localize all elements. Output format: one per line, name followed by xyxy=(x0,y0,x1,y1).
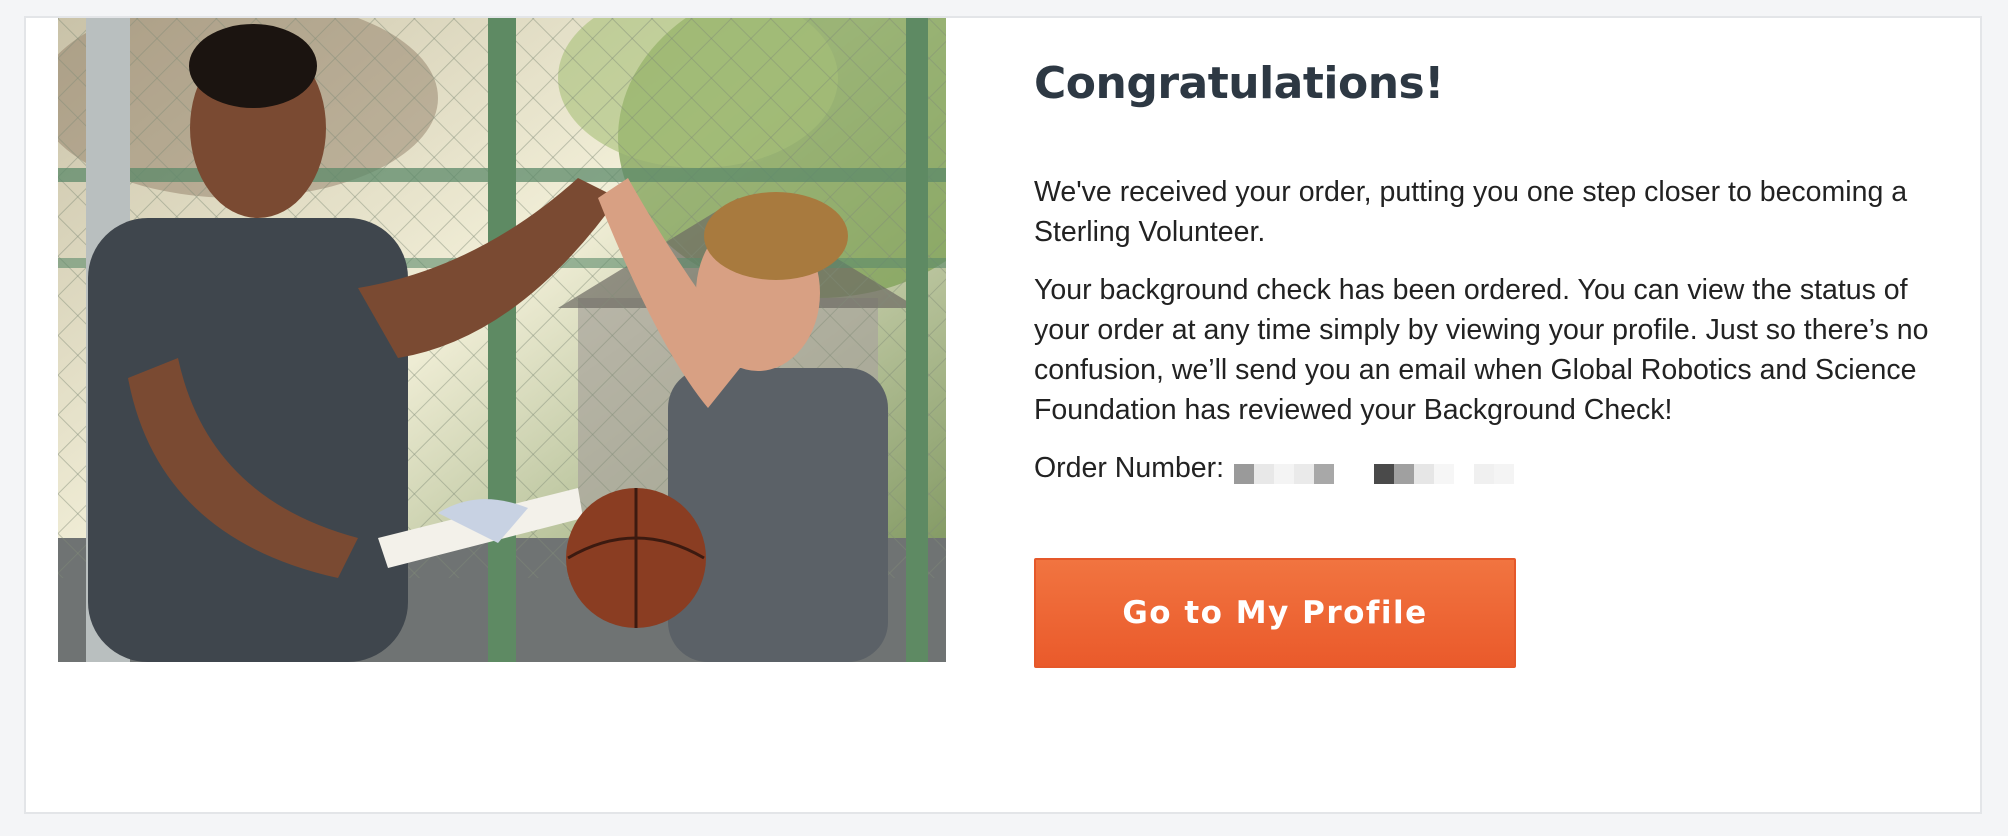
volunteer-high-five-photo xyxy=(58,18,946,662)
go-to-profile-button[interactable]: Go to My Profile xyxy=(1034,558,1516,668)
order-received-text: We've received your order, putting you o… xyxy=(1034,176,1908,248)
hero-photo xyxy=(58,18,946,662)
background-check-text: Your background check has been ordered. … xyxy=(1034,274,1929,426)
order-number-row: Order Number: xyxy=(1034,448,1954,488)
order-number-label: Order Number: xyxy=(1034,452,1225,484)
order-number-value-redacted xyxy=(1234,448,1515,488)
page-title: Congratulations! xyxy=(1034,58,1444,109)
confirmation-content: Congratulations! We've received your ord… xyxy=(1034,54,1954,668)
confirmation-card: Congratulations! We've received your ord… xyxy=(24,16,1982,814)
